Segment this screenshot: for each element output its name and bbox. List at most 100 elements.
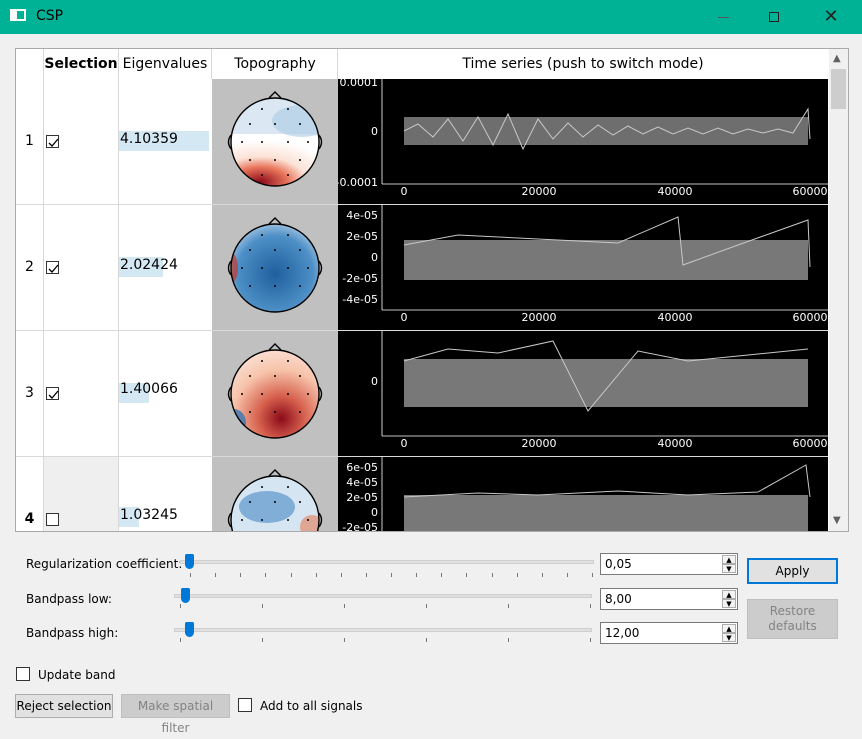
spin-up-icon[interactable]: ▲ bbox=[722, 555, 736, 564]
slider-tick bbox=[516, 573, 518, 577]
close-button[interactable]: ✕ bbox=[808, 0, 854, 34]
time-series-plot[interactable]: 0 0 20000 40000 60000 bbox=[338, 331, 828, 456]
csp-table: Selection Eigenvalues Topography Time se… bbox=[15, 48, 849, 532]
topography-map bbox=[212, 457, 338, 531]
eigenvalue: 4.10359 bbox=[120, 131, 178, 147]
vertical-scrollbar[interactable]: ▲ ▼ bbox=[829, 49, 848, 531]
y-tick-label: -2e-05 bbox=[342, 272, 378, 285]
y-tick-label: 0 bbox=[371, 125, 378, 138]
row-number: 4 bbox=[24, 511, 35, 527]
spin-down-icon[interactable]: ▼ bbox=[722, 564, 736, 573]
reject-selection-button[interactable]: Reject selection bbox=[15, 694, 113, 718]
minimize-icon bbox=[717, 16, 729, 18]
eigenvalue: 1.40066 bbox=[120, 381, 178, 397]
topography-map bbox=[212, 331, 338, 456]
y-tick-label: 0.0001 bbox=[340, 79, 379, 89]
y-tick-label: 6e-05 bbox=[346, 461, 378, 474]
make-spatial-filter-button[interactable]: Make spatial filter bbox=[121, 694, 230, 735]
title-bar: CSP ✕ bbox=[0, 0, 862, 34]
bandpass-high-label: Bandpass high: bbox=[26, 626, 119, 640]
regularization-slider-track[interactable] bbox=[180, 560, 594, 564]
scroll-down-icon[interactable]: ▼ bbox=[833, 515, 841, 526]
bandpass-high-slider-track[interactable] bbox=[174, 628, 592, 632]
bandpass-high-value[interactable]: 12,00 bbox=[605, 626, 639, 640]
slider-tick bbox=[340, 573, 342, 577]
header-topography[interactable]: Topography bbox=[212, 49, 338, 79]
slider-tick bbox=[180, 638, 181, 642]
add-to-all-signals-label: Add to all signals bbox=[260, 699, 363, 713]
update-band-label: Update band bbox=[38, 668, 116, 682]
y-tick-label: 0 bbox=[371, 375, 378, 388]
row-2-checkbox[interactable] bbox=[46, 261, 59, 274]
maximize-button[interactable] bbox=[751, 0, 797, 34]
slider-tick bbox=[365, 573, 367, 577]
bandpass-low-slider-handle[interactable] bbox=[181, 588, 190, 603]
apply-button[interactable]: Apply bbox=[747, 558, 838, 584]
slider-tick bbox=[391, 573, 392, 577]
bandpass-low-spinbox[interactable]: 8,00 ▲ ▼ bbox=[600, 588, 738, 610]
spin-down-icon[interactable]: ▼ bbox=[722, 633, 736, 642]
regularization-label: Regularization coefficient: bbox=[26, 557, 183, 571]
regularization-slider-handle[interactable] bbox=[185, 554, 194, 569]
x-tick-label: 60000 bbox=[793, 311, 828, 324]
bandpass-high-spinbox[interactable]: 12,00 ▲ ▼ bbox=[600, 622, 738, 644]
x-tick-label: 20000 bbox=[522, 185, 557, 198]
header-eigenvalues[interactable]: Eigenvalues bbox=[119, 49, 211, 79]
time-series-plot[interactable]: 4e-05 2e-05 0 -2e-05 -4e-05 0 20000 4000… bbox=[338, 205, 828, 330]
slider-tick bbox=[262, 604, 263, 608]
grid-divider bbox=[337, 49, 338, 79]
row-number: 2 bbox=[25, 259, 34, 275]
x-tick-label: 40000 bbox=[658, 185, 693, 198]
slider-tick bbox=[426, 604, 427, 608]
slider-tick bbox=[508, 638, 509, 642]
slider-tick bbox=[262, 638, 263, 642]
row-3-checkbox[interactable] bbox=[46, 387, 59, 400]
time-series-plot[interactable]: 0.0001 0 -0.0001 0 20000 40000 60000 bbox=[336, 76, 828, 204]
bandpass-low-label: Bandpass low: bbox=[26, 592, 112, 606]
window-icon bbox=[10, 9, 26, 21]
regularization-spinbox[interactable]: 0,05 ▲ ▼ bbox=[600, 553, 738, 575]
header-time-series[interactable]: Time series (push to switch mode) bbox=[338, 49, 828, 79]
slider-tick bbox=[190, 573, 191, 577]
window-title: CSP bbox=[36, 8, 64, 24]
slider-tick bbox=[426, 638, 427, 642]
slider-tick bbox=[566, 573, 568, 577]
grid-divider bbox=[118, 49, 119, 531]
row-4-checkbox[interactable] bbox=[46, 513, 59, 526]
slider-tick bbox=[590, 604, 591, 608]
update-band-checkbox[interactable] bbox=[16, 667, 30, 681]
x-tick-label: 60000 bbox=[793, 185, 828, 198]
topography-map bbox=[212, 79, 338, 204]
eigenvalue: 1.03245 bbox=[120, 507, 178, 523]
minimize-button[interactable] bbox=[700, 0, 746, 34]
spin-up-icon[interactable]: ▲ bbox=[722, 590, 736, 599]
grid-divider bbox=[211, 49, 212, 79]
x-tick-label: 40000 bbox=[658, 311, 693, 324]
time-series-plot[interactable]: 6e-05 4e-05 2e-05 0 -2e-05 bbox=[338, 457, 828, 532]
y-tick-label: 2e-05 bbox=[346, 230, 378, 243]
x-tick-label: 60000 bbox=[793, 437, 828, 450]
y-tick-label: -4e-05 bbox=[342, 293, 378, 306]
row-number: 1 bbox=[25, 133, 34, 149]
scroll-up-icon[interactable]: ▲ bbox=[833, 53, 841, 64]
bandpass-low-slider-track[interactable] bbox=[174, 594, 592, 598]
y-tick-label: -2e-05 bbox=[342, 521, 378, 532]
y-tick-label: 0 bbox=[371, 506, 378, 519]
spin-down-icon[interactable]: ▼ bbox=[722, 599, 736, 608]
x-tick-label: 20000 bbox=[522, 437, 557, 450]
row-number: 3 bbox=[25, 385, 34, 401]
scroll-thumb[interactable] bbox=[831, 69, 846, 109]
slider-tick bbox=[344, 604, 345, 608]
slider-tick bbox=[215, 573, 217, 577]
row-1-checkbox[interactable] bbox=[46, 135, 59, 148]
maximize-icon bbox=[769, 12, 779, 22]
header-selection[interactable]: Selection bbox=[44, 49, 118, 79]
slider-tick bbox=[592, 573, 593, 577]
slider-tick bbox=[541, 573, 543, 577]
bandpass-low-value[interactable]: 8,00 bbox=[605, 592, 632, 606]
bandpass-high-slider-handle[interactable] bbox=[185, 622, 194, 637]
spin-up-icon[interactable]: ▲ bbox=[722, 624, 736, 633]
restore-defaults-button[interactable]: Restore defaults bbox=[747, 599, 838, 639]
regularization-value[interactable]: 0,05 bbox=[605, 557, 632, 571]
add-to-all-signals-checkbox[interactable] bbox=[238, 698, 252, 712]
